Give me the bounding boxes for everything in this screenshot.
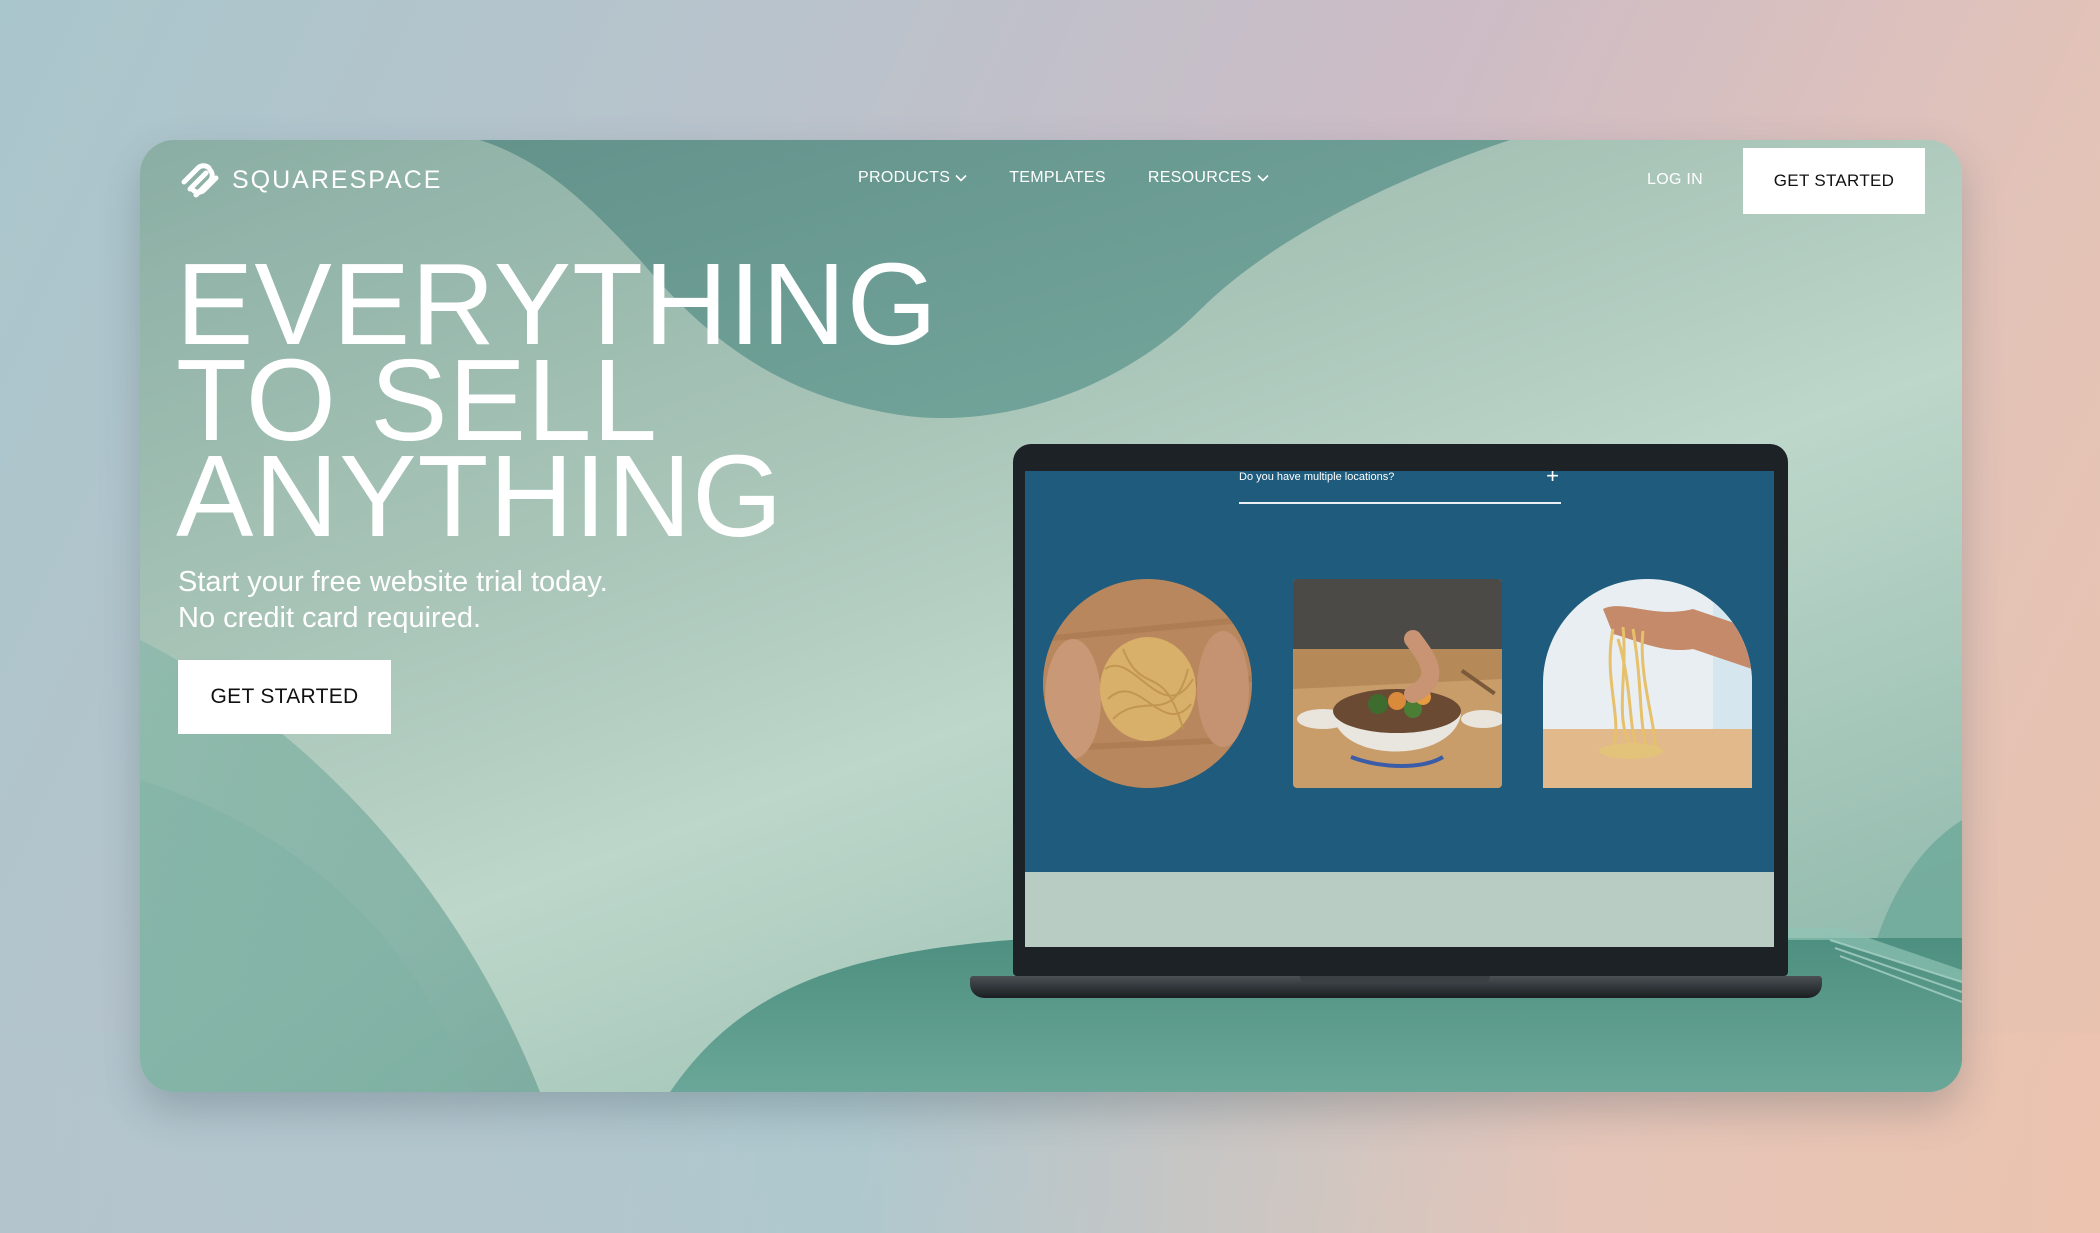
login-link[interactable]: LOG IN [1647,171,1703,189]
nav-get-started-button[interactable]: GET STARTED [1743,148,1925,214]
ramen-bowl-photo [1293,579,1502,788]
hero-subtext: Start your free website trial today. No … [178,564,608,636]
hero-get-started-button[interactable]: GET STARTED [178,660,391,734]
laptop-screen: Do you have multiple locations? + [1025,471,1774,947]
nav-links: PRODUCTS TEMPLATES RESOURCES [858,169,1269,187]
screen-footer [1025,872,1774,947]
subtext-line: Start your free website trial today. [178,566,608,598]
nav-products-label: PRODUCTS [858,169,951,186]
noodle-nest-photo [1043,579,1252,788]
nav-resources[interactable]: RESOURCES [1148,169,1269,187]
brand-name: SQUARESPACE [232,165,443,194]
squarespace-logo-icon [181,163,219,198]
top-navigation: SQUARESPACE PRODUCTS TEMPLATES RESOURCES… [140,140,1962,220]
headline-line: ANYTHING [176,431,784,561]
chevron-down-icon [955,174,967,182]
nav-templates-label: TEMPLATES [1009,169,1106,186]
faq-item[interactable]: Do you have multiple locations? + [1239,471,1561,504]
laptop-notch [1300,976,1490,984]
brand-logo[interactable]: SQUARESPACE [178,162,442,198]
faq-question: Do you have multiple locations? [1239,471,1395,483]
chevron-down-icon [1257,174,1269,182]
nav-products[interactable]: PRODUCTS [858,169,967,187]
hero-headline: EVERYTHING TO SELL ANYTHING [176,246,938,561]
nav-templates[interactable]: TEMPLATES [1009,169,1106,187]
noodle-pull-photo [1543,579,1752,788]
laptop: Do you have multiple locations? + [1013,444,1788,976]
hero-frame: SQUARESPACE PRODUCTS TEMPLATES RESOURCES… [140,140,1962,1092]
plus-icon[interactable]: + [1546,471,1559,487]
subtext-line: No credit card required. [178,602,482,634]
nav-resources-label: RESOURCES [1147,169,1252,186]
